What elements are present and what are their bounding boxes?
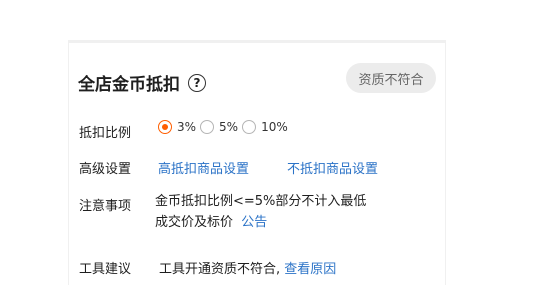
- advanced-label: 高级设置: [79, 162, 132, 177]
- notice-line-2: 成交价及标价 公告: [155, 215, 268, 230]
- radio-5-percent[interactable]: 5%: [200, 120, 238, 134]
- ratio-label: 抵扣比例: [79, 126, 132, 141]
- help-icon[interactable]: ?: [188, 73, 206, 92]
- announcement-link[interactable]: 公告: [241, 215, 267, 230]
- radio-checked-icon: [158, 120, 172, 134]
- view-reason-link[interactable]: 查看原因: [284, 262, 336, 277]
- no-deduct-products-link[interactable]: 不抵扣商品设置: [287, 158, 378, 177]
- high-deduct-products-link[interactable]: 高抵扣商品设置: [158, 158, 249, 177]
- radio-10-percent[interactable]: 10%: [242, 120, 288, 134]
- notice-text: 金币抵扣比例<=5%部分不计入最低 成交价及标价 公告: [155, 191, 366, 233]
- status-badge[interactable]: 资质不符合: [346, 63, 436, 93]
- notice-label: 注意事项: [79, 199, 132, 214]
- tool-text: 工具开通资质不符合,: [159, 262, 281, 277]
- tool-label: 工具建议: [79, 262, 132, 277]
- ratio-radio-group: 3% 5% 10%: [158, 120, 292, 134]
- radio-label: 5%: [219, 120, 239, 134]
- radio-unchecked-icon: [200, 120, 215, 134]
- notice-line-1: 金币抵扣比例<=5%部分不计入最低: [155, 194, 367, 209]
- tool-suggestion: 工具开通资质不符合, 查看原因: [159, 258, 336, 277]
- radio-3-percent[interactable]: 3%: [158, 120, 196, 134]
- radio-unchecked-icon: [242, 120, 257, 134]
- radio-label: 3%: [177, 120, 197, 134]
- title-text: 全店金币抵扣: [78, 75, 180, 95]
- page-title: 全店金币抵扣 ?: [78, 70, 206, 95]
- radio-label: 10%: [261, 120, 288, 134]
